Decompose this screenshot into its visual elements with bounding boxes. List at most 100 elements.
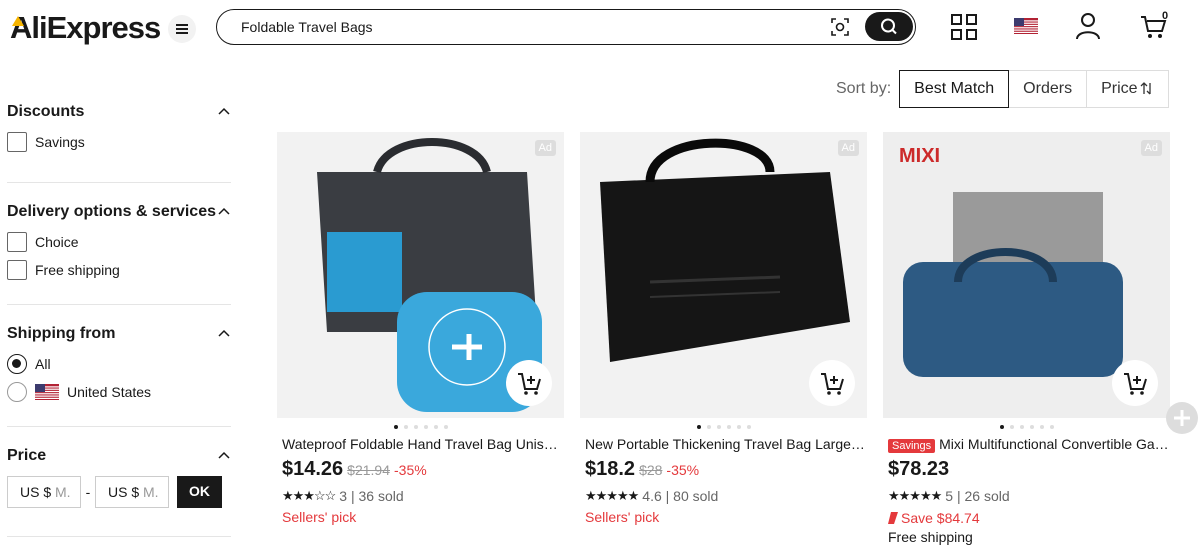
min-price-input[interactable]: US $ M. — [7, 476, 81, 508]
current-price: $14.26 — [282, 458, 344, 480]
united-states-label: United States — [67, 384, 152, 400]
max-placeholder: M. — [143, 484, 159, 500]
choice-label: Choice — [35, 234, 79, 250]
sort-price[interactable]: Price — [1087, 70, 1169, 108]
sort-label: Sort by: — [836, 80, 892, 97]
current-price: $78.23 — [888, 458, 950, 480]
search-bar[interactable]: Foldable Travel Bags — [216, 9, 916, 45]
sort-orders[interactable]: Orders — [1009, 70, 1088, 108]
us-flag-icon[interactable] — [1014, 18, 1038, 34]
checkbox[interactable] — [7, 132, 27, 152]
max-price-input[interactable]: US $ M. — [95, 476, 169, 508]
add-to-cart-button[interactable] — [506, 360, 552, 406]
delivery-header[interactable]: Delivery options & services — [7, 196, 231, 228]
checkbox[interactable] — [7, 260, 27, 280]
rating-value: 4.6 — [642, 488, 662, 504]
rating-line: ★★★★★ 4.6 | 80 sold — [580, 486, 867, 506]
price-section: Price US $ M. - US $ M. OK — [7, 427, 231, 537]
discounts-title: Discounts — [7, 103, 85, 120]
product-card[interactable]: Ad Wateproof Foldable Hand Travel Bag Un… — [277, 132, 564, 526]
save-text: Save $84.74 — [901, 509, 980, 526]
price-title: Price — [7, 447, 47, 464]
currency-label: US $ — [108, 484, 140, 500]
sellers-pick-badge: Sellers' pick — [585, 509, 660, 525]
product-title-text: Mixi Multifunctional Convertible Garment… — [939, 436, 1170, 452]
choice-checkbox[interactable]: Choice — [7, 228, 231, 256]
radio[interactable] — [7, 382, 27, 402]
discounts-section: Discounts Savings — [7, 96, 231, 183]
product-image[interactable]: MIXI Ad — [883, 132, 1170, 418]
current-price: $18.2 — [585, 458, 636, 480]
chevron-up-icon[interactable] — [217, 105, 231, 119]
price-ok-button[interactable]: OK — [177, 476, 222, 508]
star-rating-icon: ★★★★★ — [888, 488, 942, 503]
aliexpress-logo[interactable]: AliExpress — [10, 10, 161, 46]
savings-badge: Savings — [888, 439, 936, 453]
free-shipping: Free shipping — [888, 529, 973, 545]
image-dots — [580, 418, 867, 436]
qr-code-icon[interactable] — [951, 14, 977, 40]
camera-icon[interactable] — [830, 17, 850, 37]
range-dash: - — [85, 484, 91, 500]
product-title[interactable]: New Portable Thickening Travel Bag Large… — [580, 436, 867, 456]
discounts-header[interactable]: Discounts — [7, 96, 231, 128]
mixi-brand-logo: MIXI — [899, 145, 940, 167]
sort-arrows-icon — [1140, 82, 1151, 95]
product-title[interactable]: Savings Mixi Multifunctional Convertible … — [883, 436, 1170, 456]
sellers-pick-badge: Sellers' pick — [282, 509, 357, 525]
add-to-cart-button[interactable] — [809, 360, 855, 406]
product-card[interactable]: MIXI Ad Savings Mixi Multifunctional Conv… — [883, 132, 1170, 546]
discount: -35% — [394, 462, 427, 478]
all-label: All — [35, 356, 51, 372]
savings-label: Savings — [35, 134, 85, 150]
radio-selected[interactable] — [7, 354, 27, 374]
ship-from-all-radio[interactable]: All — [7, 350, 231, 378]
product-card[interactable]: Ad New Portable Thickening Travel Bag La… — [580, 132, 867, 526]
add-cart-icon — [518, 373, 541, 395]
cart-count: 0 — [1162, 10, 1169, 22]
sort-best-match[interactable]: Best Match — [899, 70, 1010, 108]
free-shipping-label: Free shipping — [35, 262, 120, 278]
savings-checkbox[interactable]: Savings — [7, 128, 231, 156]
ship-from-us-radio[interactable]: United States — [7, 378, 231, 406]
ad-badge: Ad — [1140, 140, 1162, 156]
price-header[interactable]: Price — [7, 440, 231, 472]
rating-line: ★★★☆☆ 3 | 36 sold — [277, 486, 564, 506]
product-image[interactable]: Ad — [277, 132, 564, 418]
rating-value: 3 — [339, 488, 348, 504]
image-dots — [277, 418, 564, 436]
price-line: $18.2 $28 -35% — [580, 456, 867, 486]
us-flag-icon — [35, 384, 59, 400]
add-to-cart-button[interactable] — [1112, 360, 1158, 406]
sort-bar: Sort by: Best Match Orders Price — [836, 70, 1169, 108]
shipping-from-title: Shipping from — [7, 325, 116, 342]
chevron-up-icon[interactable] — [217, 449, 231, 463]
chevron-up-icon[interactable] — [217, 205, 231, 219]
star-rating-icon: ★★★★★ — [585, 488, 639, 503]
free-shipping-checkbox[interactable]: Free shipping — [7, 256, 231, 284]
original-price: $21.94 — [347, 462, 390, 478]
sold-count: | 36 sold — [350, 488, 404, 504]
user-icon[interactable] — [1075, 12, 1101, 40]
shipping-from-header[interactable]: Shipping from — [7, 318, 231, 350]
chevron-up-icon[interactable] — [217, 327, 231, 341]
search-input[interactable]: Foldable Travel Bags — [241, 19, 373, 35]
currency-label: US $ — [20, 484, 52, 500]
product-image[interactable]: Ad — [580, 132, 867, 418]
price-line: $14.26 $21.94 -35% — [277, 456, 564, 486]
sort-price-label: Price — [1101, 80, 1138, 97]
search-icon — [881, 18, 897, 35]
search-button[interactable] — [865, 12, 913, 41]
ad-badge: Ad — [837, 140, 859, 156]
product-title[interactable]: Wateproof Foldable Hand Travel Bag Unise… — [277, 436, 564, 456]
rating-line: ★★★★★ 5 | 26 sold — [883, 486, 1170, 506]
price-line: $78.23 — [883, 456, 1170, 486]
menu-button[interactable] — [168, 15, 196, 43]
more-button[interactable] — [1166, 402, 1198, 434]
sold-count: | 80 sold — [665, 488, 719, 504]
plus-icon — [1174, 410, 1190, 426]
sold-count: | 26 sold — [956, 488, 1010, 504]
save-amount: Save $84.74 — [883, 506, 1170, 526]
logo-text: AliExpress — [10, 10, 161, 45]
checkbox[interactable] — [7, 232, 27, 252]
